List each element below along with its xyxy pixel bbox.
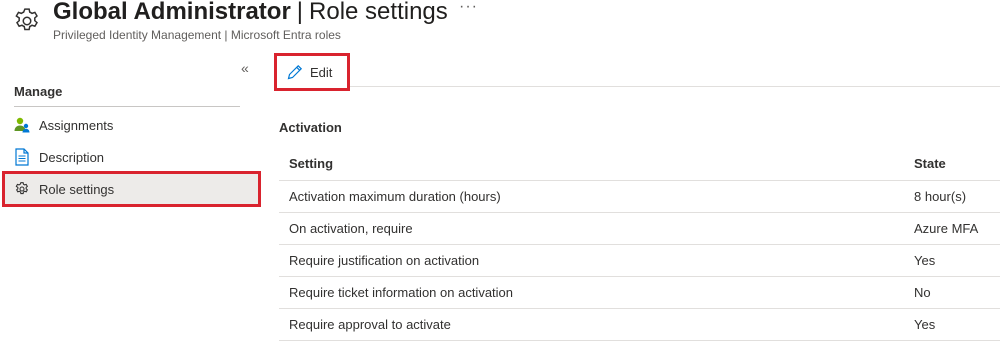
setting-cell: On activation, require [289,221,413,236]
document-icon [12,147,32,167]
state-cell: No [914,285,931,300]
activation-settings-table: Setting State Activation maximum duratio… [279,146,1000,341]
gear-icon [12,179,32,199]
setting-cell: Require approval to activate [289,317,451,332]
toolbar-divider [274,86,1000,87]
section-title-activation: Activation [279,120,342,135]
collapse-sidebar-button[interactable]: « [241,60,249,76]
sidebar-item-label: Description [39,149,105,165]
page-title-role: Global Administrator [53,0,291,25]
more-options-button[interactable]: ··· [459,0,478,16]
sidebar-section-manage: Manage [14,84,63,99]
table-row: Activation maximum duration (hours) 8 ho… [279,181,1000,213]
sidebar-item-label: Assignments [39,117,114,133]
page-title-section: Role settings [309,0,448,25]
state-cell: Azure MFA [914,221,979,236]
people-icon [12,115,32,135]
table-row: On activation, require Azure MFA [279,213,1000,245]
role-settings-page: Global Administrator | Role settings ···… [0,0,1000,342]
setting-cell: Require ticket information on activation [289,285,514,300]
setting-cell: Activation maximum duration (hours) [289,189,501,204]
pencil-icon [287,64,303,80]
sidebar-item-description[interactable]: Description [4,141,259,173]
state-cell: 8 hour(s) [914,189,967,204]
gear-icon [12,6,42,36]
table-row: Require ticket information on activation… [279,277,1000,309]
sidebar-item-role-settings[interactable]: Role settings [2,171,261,207]
edit-button[interactable]: Edit [274,53,350,91]
table-header-row: Setting State [279,146,1000,181]
page-title-separator: | [296,0,304,25]
sidebar-divider [14,106,240,107]
sidebar-item-label: Role settings [39,181,115,197]
column-header-state[interactable]: State [914,146,946,180]
breadcrumb-subtitle: Privileged Identity Management | Microso… [53,28,341,42]
column-header-setting[interactable]: Setting [289,146,333,180]
setting-cell: Require justification on activation [289,253,480,268]
state-cell: Yes [914,317,936,332]
edit-button-label: Edit [310,64,333,80]
page-title: Global Administrator | Role settings [53,0,448,26]
state-cell: Yes [914,253,936,268]
table-row: Require approval to activate Yes [279,309,1000,341]
table-row: Require justification on activation Yes [279,245,1000,277]
sidebar-item-assignments[interactable]: Assignments [4,109,259,141]
